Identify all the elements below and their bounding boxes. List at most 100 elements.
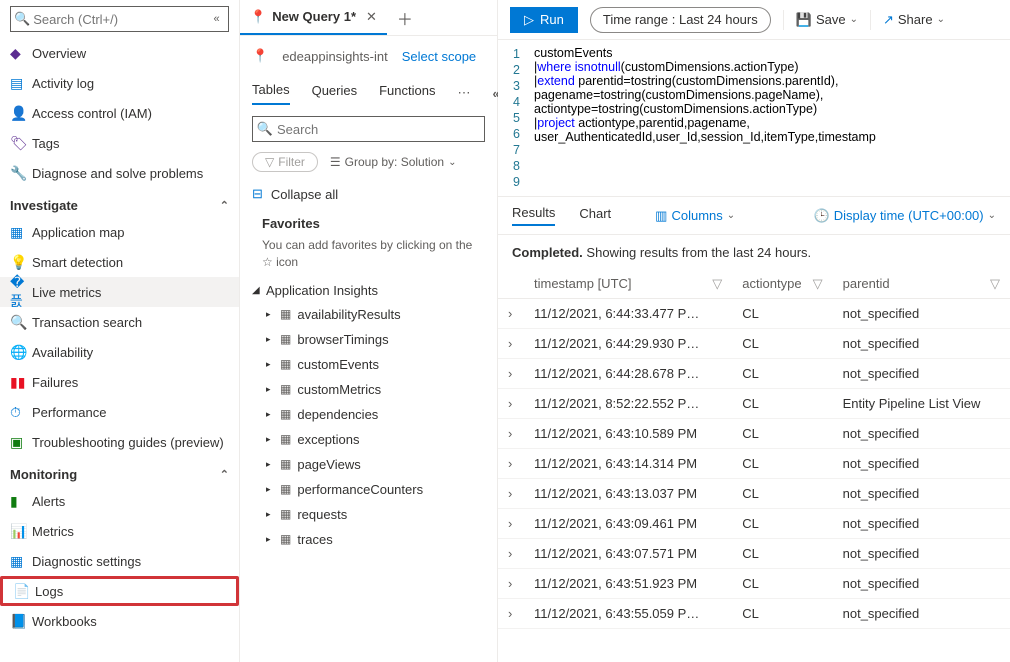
status-completed: Completed.	[512, 245, 583, 260]
filter-icon[interactable]: ▽	[990, 276, 1000, 292]
table-row[interactable]: ›11/12/2021, 6:43:10.589 PMCLnot_specifi…	[498, 419, 1010, 449]
share-button[interactable]: ↗Share⌄	[883, 12, 945, 28]
query-editor[interactable]: 123456789 customEvents |where isnotnull(…	[498, 40, 1010, 197]
nav-application-map[interactable]: ▦Application map	[0, 217, 239, 247]
nav-metrics[interactable]: 📊Metrics	[0, 516, 239, 546]
col-parentid[interactable]: parentid▽	[833, 270, 1010, 299]
expand-row-icon[interactable]: ›	[498, 509, 524, 539]
pin-icon: 📍	[250, 9, 266, 25]
schema-search-input[interactable]	[277, 122, 484, 137]
table-name: exceptions	[297, 432, 359, 447]
tree-table-item[interactable]: ▸▦availabilityResults	[266, 302, 485, 327]
schema-search[interactable]: 🔍	[252, 116, 485, 142]
table-row[interactable]: ›11/12/2021, 6:43:09.461 PMCLnot_specifi…	[498, 509, 1010, 539]
table-row[interactable]: ›11/12/2021, 6:44:33.477 P…CLnot_specifi…	[498, 299, 1010, 329]
save-button[interactable]: 💾Save⌄	[796, 12, 858, 28]
nav-access-control[interactable]: 👤Access control (IAM)	[0, 98, 239, 128]
collapse-all-button[interactable]: ⊟ Collapse all	[240, 176, 497, 212]
filter-button[interactable]: ▽Filter	[252, 152, 318, 172]
nav-transaction-search[interactable]: 🔍Transaction search	[0, 307, 239, 337]
list-icon: ☰	[330, 155, 341, 169]
expand-row-icon[interactable]: ›	[498, 359, 524, 389]
table-row[interactable]: ›11/12/2021, 6:44:28.678 P…CLnot_specifi…	[498, 359, 1010, 389]
filter-icon[interactable]: ▽	[712, 276, 722, 292]
tab-results[interactable]: Results	[512, 205, 555, 226]
table-name: requests	[297, 507, 347, 522]
col-actiontype[interactable]: actiontype▽	[732, 270, 832, 299]
editor-code[interactable]: customEvents |where isnotnull(customDime…	[526, 40, 1010, 196]
nav-availability[interactable]: 🌐Availability	[0, 337, 239, 367]
sidebar-search-input[interactable]	[33, 12, 209, 27]
nav-workbooks[interactable]: 📘Workbooks	[0, 606, 239, 636]
columns-button[interactable]: ▥Columns⌄	[655, 208, 735, 224]
time-range-picker[interactable]: Time range : Last 24 hours	[590, 7, 771, 33]
table-row[interactable]: ›11/12/2021, 6:43:14.314 PMCLnot_specifi…	[498, 449, 1010, 479]
tab-functions[interactable]: Functions	[379, 83, 435, 104]
table-row[interactable]: ›11/12/2021, 6:43:55.059 P…CLnot_specifi…	[498, 599, 1010, 629]
tree-table-item[interactable]: ▸▦browserTimings	[266, 327, 485, 352]
tree-table-item[interactable]: ▸▦exceptions	[266, 427, 485, 452]
table-row[interactable]: ›11/12/2021, 6:43:13.037 PMCLnot_specifi…	[498, 479, 1010, 509]
expand-row-icon[interactable]: ›	[498, 539, 524, 569]
select-scope-link[interactable]: Select scope	[402, 49, 476, 64]
add-tab-button[interactable]: ＋	[387, 6, 423, 30]
tree-table-item[interactable]: ▸▦requests	[266, 502, 485, 527]
groupby-button[interactable]: ☰Group by: Solution⌄	[330, 155, 457, 169]
nav-performance[interactable]: ⏱Performance	[0, 397, 239, 427]
section-investigate[interactable]: Investigate⌃	[0, 188, 239, 217]
more-icon[interactable]: ⋯	[457, 85, 470, 101]
nav-diagnostic-settings[interactable]: ▦Diagnostic settings	[0, 546, 239, 576]
col-timestamp[interactable]: timestamp [UTC]▽	[524, 270, 732, 299]
favorites-title: Favorites	[262, 216, 479, 231]
close-icon[interactable]: ✕	[366, 9, 377, 25]
collapse-sidebar-icon[interactable]: «	[209, 13, 224, 25]
nav-smart-detection[interactable]: 💡Smart detection	[0, 247, 239, 277]
favorites-section: Favorites You can add favorites by click…	[240, 212, 497, 279]
nav-logs[interactable]: 📄Logs	[0, 576, 239, 606]
cell-timestamp: 11/12/2021, 6:44:29.930 P…	[524, 329, 732, 359]
nav-troubleshooting[interactable]: ▣Troubleshooting guides (preview)	[0, 427, 239, 457]
table-row[interactable]: ›11/12/2021, 6:43:51.923 PMCLnot_specifi…	[498, 569, 1010, 599]
display-time-button[interactable]: 🕒Display time (UTC+00:00)⌄	[814, 208, 996, 224]
tree-group-appinsights[interactable]: ◢ Application Insights	[252, 279, 485, 302]
query-tab[interactable]: 📍 New Query 1* ✕	[240, 0, 387, 35]
sidebar-search[interactable]: 🔍 «	[10, 6, 229, 32]
expand-row-icon[interactable]: ›	[498, 329, 524, 359]
tab-queries[interactable]: Queries	[312, 83, 358, 104]
nav-overview[interactable]: ◆Overview	[0, 38, 239, 68]
expand-row-icon[interactable]: ›	[498, 299, 524, 329]
tab-chart[interactable]: Chart	[579, 206, 611, 225]
tree-table-item[interactable]: ▸▦customMetrics	[266, 377, 485, 402]
nav-failures[interactable]: ▮▮Failures	[0, 367, 239, 397]
nav-diagnose[interactable]: 🔧Diagnose and solve problems	[0, 158, 239, 188]
expand-row-icon[interactable]: ›	[498, 479, 524, 509]
nav-alerts[interactable]: ▮Alerts	[0, 486, 239, 516]
nav-label: Live metrics	[32, 285, 101, 300]
table-name: pageViews	[297, 457, 360, 472]
expand-row-icon[interactable]: ›	[498, 569, 524, 599]
nav-tags[interactable]: 🏷Tags	[0, 128, 239, 158]
filter-icon[interactable]: ▽	[813, 276, 823, 292]
diagnose-icon: 🔧	[10, 165, 32, 182]
nav-live-metrics[interactable]: �픐Live metrics	[0, 277, 239, 307]
tree-table-item[interactable]: ▸▦pageViews	[266, 452, 485, 477]
table-row[interactable]: ›11/12/2021, 6:44:29.930 P…CLnot_specifi…	[498, 329, 1010, 359]
tree-table-item[interactable]: ▸▦dependencies	[266, 402, 485, 427]
table-row[interactable]: ›11/12/2021, 6:43:07.571 PMCLnot_specifi…	[498, 539, 1010, 569]
tree-table-item[interactable]: ▸▦performanceCounters	[266, 477, 485, 502]
pin-icon: 📍	[252, 48, 268, 64]
section-monitoring[interactable]: Monitoring⌃	[0, 457, 239, 486]
tree-table-item[interactable]: ▸▦customEvents	[266, 352, 485, 377]
expand-row-icon[interactable]: ›	[498, 599, 524, 629]
table-row[interactable]: ›11/12/2021, 8:52:22.552 P…CLEntity Pipe…	[498, 389, 1010, 419]
filter-label: Filter	[278, 155, 305, 169]
tab-tables[interactable]: Tables	[252, 82, 290, 105]
expand-row-icon[interactable]: ›	[498, 449, 524, 479]
run-button[interactable]: ▷Run	[510, 7, 578, 33]
nav-label: Logs	[35, 584, 63, 599]
expand-row-icon[interactable]: ›	[498, 419, 524, 449]
expand-row-icon[interactable]: ›	[498, 389, 524, 419]
caret-right-icon: ▸	[266, 434, 274, 445]
tree-table-item[interactable]: ▸▦traces	[266, 527, 485, 552]
nav-activity-log[interactable]: ▤Activity log	[0, 68, 239, 98]
